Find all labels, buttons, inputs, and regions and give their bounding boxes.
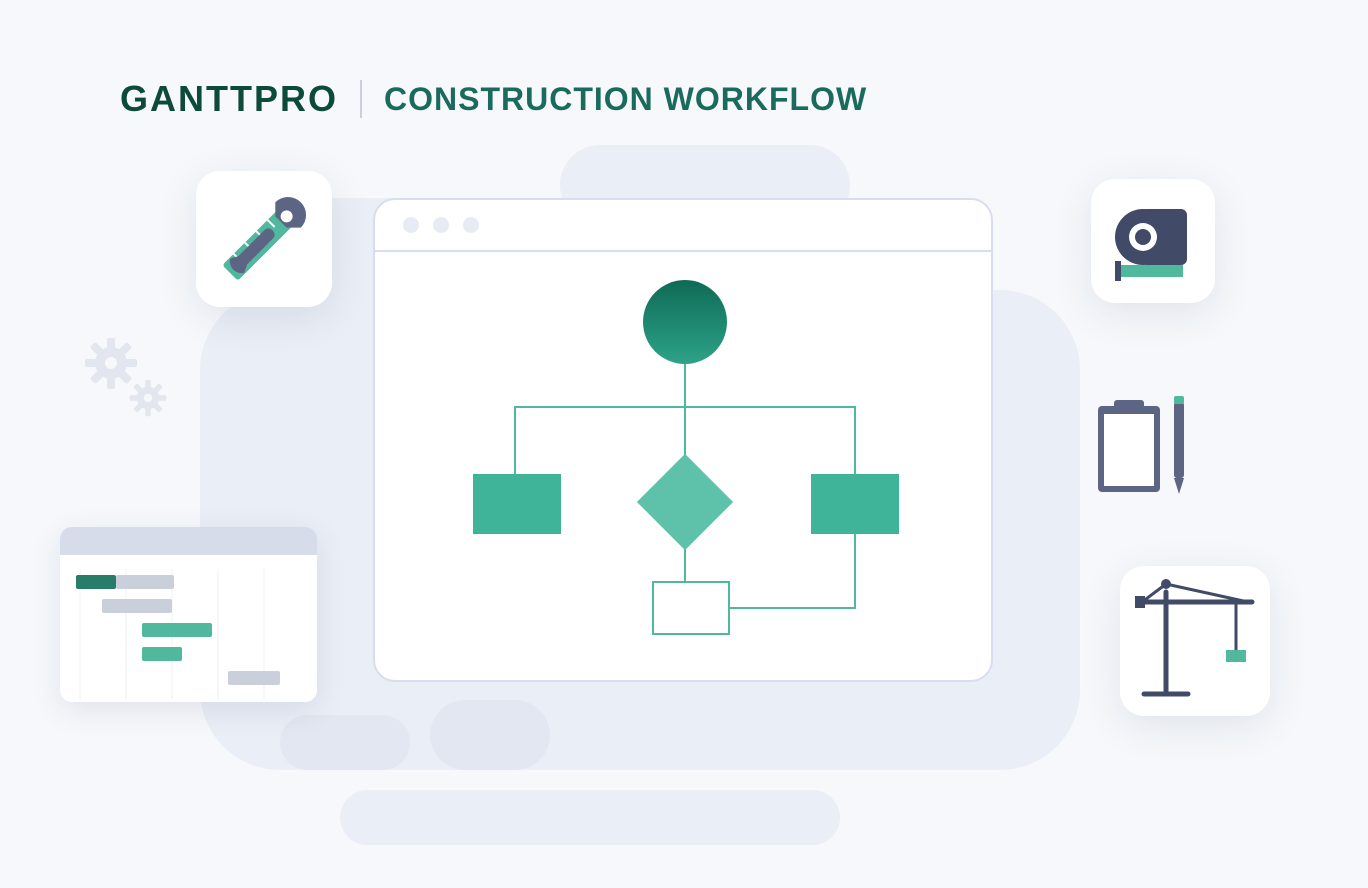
page-header: GANTTPRO CONSTRUCTION WORKFLOW <box>120 78 867 120</box>
gantt-bar <box>116 575 174 589</box>
window-dot <box>433 217 449 233</box>
bg-cloud <box>340 790 840 845</box>
gears-icon <box>76 338 196 458</box>
window-dot <box>403 217 419 233</box>
flow-node-decision <box>637 454 733 550</box>
header-divider <box>360 80 362 118</box>
gantt-body <box>60 555 317 702</box>
flow-node-subtask <box>653 582 729 634</box>
bg-cloud-inner <box>280 715 410 770</box>
flowchart-canvas <box>375 252 991 680</box>
gantt-bar <box>142 623 212 637</box>
crane-icon <box>1120 566 1270 716</box>
gantt-bar <box>142 647 182 661</box>
window-titlebar <box>375 200 991 252</box>
bg-cloud-inner <box>430 700 550 770</box>
page-title: CONSTRUCTION WORKFLOW <box>384 81 867 118</box>
flow-node-task-right <box>811 474 899 534</box>
gantt-preview <box>60 527 317 702</box>
workflow-window <box>373 198 993 682</box>
brand-logo: GANTTPRO <box>120 78 338 120</box>
gantt-bar <box>76 575 116 589</box>
tape-measure-icon <box>1091 179 1215 303</box>
flow-node-task-left <box>473 474 561 534</box>
gantt-header <box>60 527 317 555</box>
window-dot <box>463 217 479 233</box>
flow-node-start <box>643 280 727 364</box>
gantt-bar <box>102 599 172 613</box>
tools-icon <box>196 171 332 307</box>
gantt-bar <box>228 671 280 685</box>
clipboard-icon <box>1094 396 1186 508</box>
